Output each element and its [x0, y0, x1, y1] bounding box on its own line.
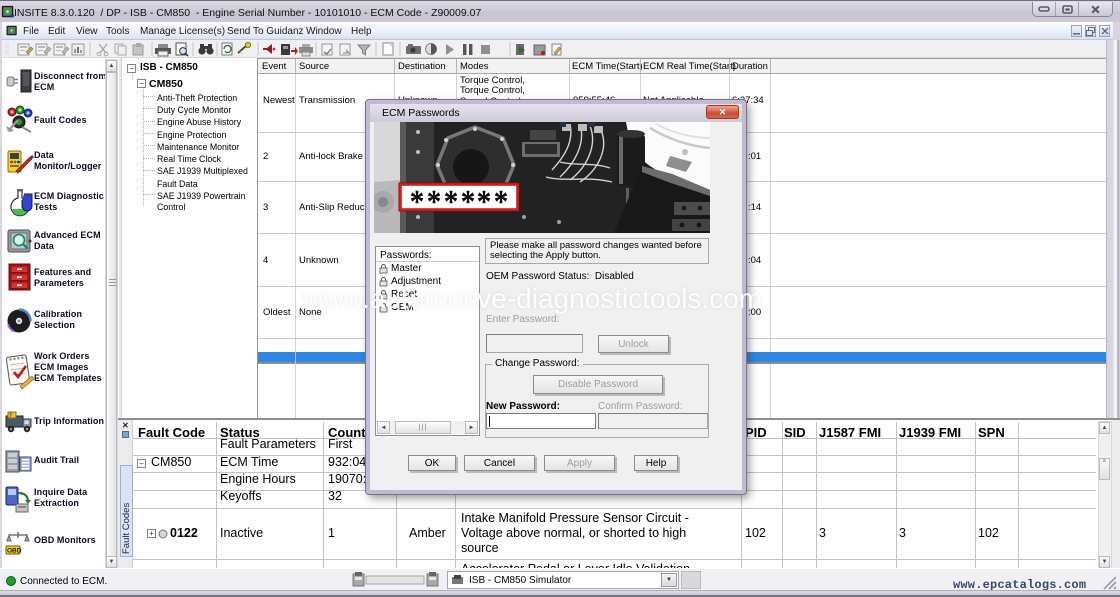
svg-text:OBD: OBD	[7, 548, 22, 555]
svg-text:?: ?	[9, 413, 12, 419]
